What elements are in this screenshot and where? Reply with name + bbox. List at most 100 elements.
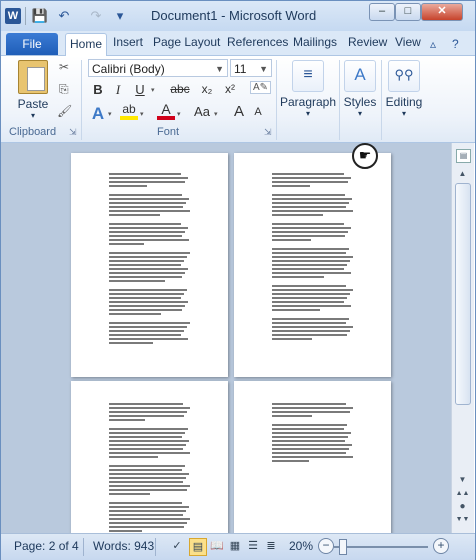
word-app-icon[interactable]: W [5,8,21,24]
text-line [272,206,346,208]
vertical-scrollbar[interactable]: ▤ ▲ ▼ ▲▲ ● ▼▼ [451,143,474,533]
scrollbar-thumb[interactable] [455,183,471,405]
paste-button[interactable]: Paste ▾ [13,60,53,120]
text-line [109,510,186,512]
text-line [272,181,348,183]
tab-review[interactable]: Review [348,35,387,49]
tab-home[interactable]: Home [65,33,108,58]
zoom-slider-track[interactable] [334,546,428,548]
editing-group-button[interactable]: ⚲⚲ Editing ▾ [384,60,424,118]
clipboard-launcher-icon[interactable]: ⇲ [69,127,77,138]
word-count-status[interactable]: Words: 943 [93,539,154,553]
tab-mailings[interactable]: Mailings [293,35,337,49]
styles-group-button[interactable]: A Styles ▾ [342,60,378,118]
close-button[interactable]: ✕ [421,3,463,21]
page-count-status[interactable]: Page: 2 of 4 [14,539,79,553]
text-line [272,264,347,266]
font-launcher-icon[interactable]: ⇲ [264,127,272,138]
next-page-icon[interactable]: ▼▼ [455,513,470,527]
document-page[interactable] [234,381,391,533]
zoom-slider-thumb[interactable] [339,539,348,555]
font-name-combo[interactable]: Calibri (Body) ▼ [88,59,228,77]
text-line [272,444,352,446]
undo-icon[interactable]: ↶ [55,7,73,25]
text-line [272,424,347,426]
bold-button[interactable]: B [89,82,107,97]
scroll-up-icon[interactable]: ▲ [455,167,470,181]
zoom-out-button[interactable]: − [318,538,334,554]
browse-object-icon[interactable]: ● [455,500,470,514]
font-size-combo[interactable]: 11 ▼ [230,59,272,77]
grow-font-button[interactable]: A [230,103,248,120]
text-line [272,173,344,175]
text-effects-dropdown-icon[interactable]: ▾ [108,110,112,118]
tab-view[interactable]: View [395,35,421,49]
text-line [109,202,186,204]
font-color-button[interactable]: A [157,102,175,120]
text-line [272,256,353,258]
minimize-ribbon-icon[interactable]: ▵ [430,37,436,51]
print-layout-view-icon[interactable]: ▤ [189,538,207,556]
scroll-down-icon[interactable]: ▼ [455,473,470,487]
text-line [272,338,312,340]
strikethrough-button[interactable]: abc [168,82,192,96]
change-case-dropdown-icon[interactable]: ▾ [214,110,218,118]
chevron-down-icon: ▼ [259,64,268,74]
superscript-button[interactable]: x² [220,82,240,96]
text-line [109,272,185,274]
minimize-button[interactable]: – [369,3,395,21]
italic-button[interactable]: I [109,82,127,98]
proofing-icon[interactable]: ✓ [169,538,185,554]
web-layout-icon[interactable]: ▦ [227,538,243,554]
full-screen-reading-icon[interactable]: 📖 [209,538,225,554]
text-line [272,334,347,336]
underline-dropdown-icon[interactable]: ▾ [151,86,155,94]
underline-button[interactable]: U [131,82,149,97]
text-line [109,473,189,475]
text-line [272,318,349,320]
text-effects-button[interactable]: A [89,104,107,124]
document-page[interactable] [234,153,391,377]
maximize-button[interactable]: □ [395,3,421,21]
copy-icon[interactable]: ⎘ [59,82,69,97]
customize-qat-icon[interactable]: ▾ [111,7,129,25]
redo-icon[interactable]: ↷ [87,7,105,25]
text-line [109,456,158,458]
text-line [272,322,346,324]
zoom-level-text[interactable]: 20% [289,539,313,553]
tab-file[interactable]: File [6,33,58,55]
text-line [272,448,349,450]
text-line [109,301,188,303]
outline-view-icon[interactable]: ☰ [245,538,261,554]
draft-view-icon[interactable]: ≣ [263,538,279,554]
subscript-button[interactable]: x₂ [197,82,217,96]
zoom-in-button[interactable]: + [433,538,449,554]
text-line [272,210,353,212]
previous-page-icon[interactable]: ▲▲ [455,487,470,501]
document-page[interactable] [71,381,228,533]
shrink-font-button[interactable]: A [249,106,267,118]
tab-page-layout[interactable]: Page Layout [153,35,220,49]
clear-formatting-icon[interactable]: A✎ [250,81,272,94]
highlight-button[interactable]: ab [120,103,138,120]
document-page[interactable] [71,153,228,377]
text-line [272,460,309,462]
paragraph-group-button[interactable]: ≡ Paragraph ▾ [279,60,337,118]
view-ruler-icon[interactable]: ▤ [456,149,471,163]
tab-references[interactable]: References [227,35,288,49]
font-size-value: 11 [234,62,247,76]
text-line [109,231,185,233]
text-line [272,227,351,229]
font-color-dropdown-icon[interactable]: ▾ [177,110,181,118]
save-icon[interactable]: 💾 [31,7,49,25]
text-line [272,415,312,417]
cut-icon[interactable]: ✂ [59,60,69,74]
change-case-button[interactable]: Aa [191,104,213,119]
document-area[interactable] [1,143,451,533]
highlight-dropdown-icon[interactable]: ▾ [140,110,144,118]
tab-insert[interactable]: Insert [113,35,143,49]
text-line [109,181,185,183]
format-painter-icon[interactable]: 🖌 [57,104,72,118]
paste-dropdown-icon[interactable]: ▾ [13,111,53,120]
help-icon[interactable]: ? [452,37,459,51]
